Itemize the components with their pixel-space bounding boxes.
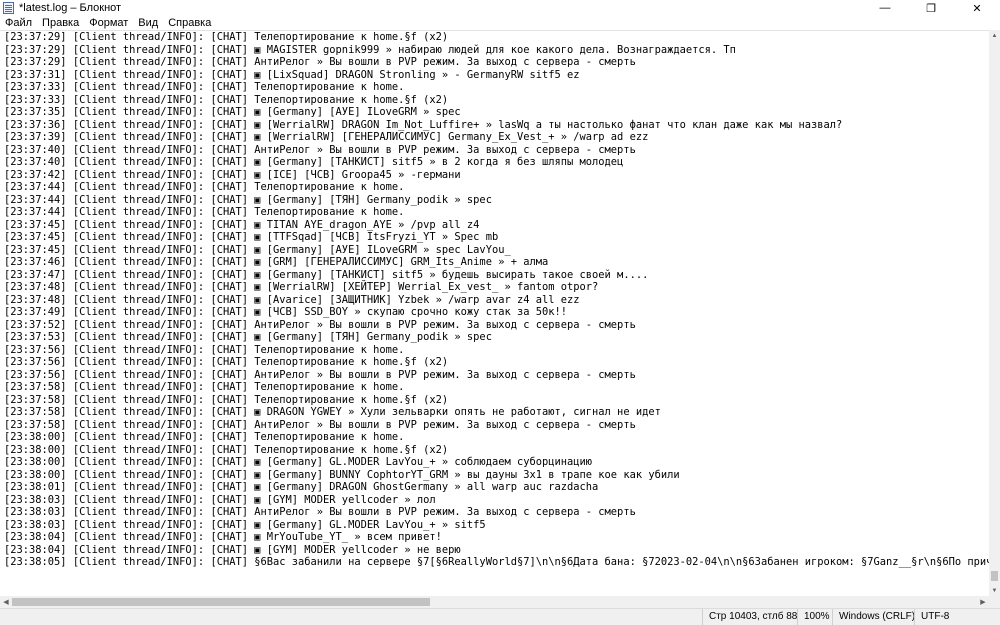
log-line: [23:37:45] [Client thread/INFO]: [CHAT] …: [4, 218, 480, 231]
log-line: [23:37:53] [Client thread/INFO]: [CHAT] …: [4, 331, 492, 343]
log-line: [23:37:58] [Client thread/INFO]: [CHAT] …: [4, 393, 449, 406]
log-line: [23:37:33] [Client thread/INFO]: [CHAT] …: [4, 93, 449, 106]
cursor-position: Стр 10403, стлб 88: [702, 609, 797, 625]
window-title: *latest.log – Блокнот: [19, 2, 122, 14]
scroll-right-icon[interactable]: ▶: [977, 596, 989, 608]
log-line: [23:38:05] [Client thread/INFO]: [CHAT] …: [4, 556, 989, 568]
log-line: [23:38:04] [Client thread/INFO]: [CHAT] …: [4, 543, 461, 556]
menu-view[interactable]: Вид: [133, 16, 163, 30]
log-line: [23:37:44] [Client thread/INFO]: [CHAT] …: [4, 206, 405, 218]
log-line: [23:37:49] [Client thread/INFO]: [CHAT] …: [4, 306, 568, 318]
zoom-level: 100%: [797, 609, 830, 625]
scrollbar-corner: [989, 596, 1000, 608]
log-line: [23:37:33] [Client thread/INFO]: [CHAT] …: [4, 81, 405, 93]
log-line: [23:38:00] [Client thread/INFO]: [CHAT] …: [4, 443, 449, 456]
text-editor[interactable]: [23:37:29] [Client thread/INFO]: [CHAT] …: [0, 30, 989, 596]
log-line: [23:37:47] [Client thread/INFO]: [CHAT] …: [4, 268, 649, 281]
log-line: [23:37:29] [Client thread/INFO]: [CHAT] …: [4, 31, 449, 43]
log-line: [23:38:04] [Client thread/INFO]: [CHAT] …: [4, 531, 442, 543]
horizontal-scrollbar[interactable]: ◀ ▶: [0, 596, 989, 608]
log-line: [23:38:03] [Client thread/INFO]: [CHAT] …: [4, 506, 636, 518]
menu-edit[interactable]: Правка: [37, 16, 84, 30]
log-line: [23:37:58] [Client thread/INFO]: [CHAT] …: [4, 406, 661, 418]
log-line: [23:37:48] [Client thread/INFO]: [CHAT] …: [4, 281, 599, 293]
log-line: [23:37:48] [Client thread/INFO]: [CHAT] …: [4, 293, 580, 306]
encoding: UTF-8: [914, 609, 949, 625]
menu-help[interactable]: Справка: [163, 16, 216, 30]
log-line: [23:37:46] [Client thread/INFO]: [CHAT] …: [4, 256, 549, 268]
close-button[interactable]: ✕: [954, 0, 1000, 16]
log-line: [23:37:58] [Client thread/INFO]: [CHAT] …: [4, 381, 405, 393]
log-line: [23:38:01] [Client thread/INFO]: [CHAT] …: [4, 481, 599, 493]
log-line: [23:37:40] [Client thread/INFO]: [CHAT] …: [4, 156, 624, 168]
menu-file[interactable]: Файл: [0, 16, 37, 30]
vertical-scrollbar[interactable]: ▲ ▼: [989, 30, 1000, 596]
log-line: [23:37:44] [Client thread/INFO]: [CHAT] …: [4, 181, 405, 193]
log-line: [23:37:29] [Client thread/INFO]: [CHAT] …: [4, 56, 636, 68]
log-line: [23:37:52] [Client thread/INFO]: [CHAT] …: [4, 318, 636, 331]
log-line: [23:37:45] [Client thread/INFO]: [CHAT] …: [4, 243, 511, 256]
log-line: [23:37:29] [Client thread/INFO]: [CHAT] …: [4, 43, 736, 56]
log-line: [23:37:39] [Client thread/INFO]: [CHAT] …: [4, 131, 649, 143]
log-line: [23:38:00] [Client thread/INFO]: [CHAT] …: [4, 468, 680, 481]
log-line: [23:38:03] [Client thread/INFO]: [CHAT] …: [4, 493, 436, 506]
window-controls: — ❐ ✕: [862, 0, 1000, 16]
log-line: [23:38:03] [Client thread/INFO]: [CHAT] …: [4, 518, 486, 531]
vertical-scroll-thumb[interactable]: [991, 571, 998, 581]
menu-format[interactable]: Формат: [84, 16, 133, 30]
minimize-button[interactable]: —: [862, 0, 908, 16]
maximize-button[interactable]: ❐: [908, 0, 954, 16]
scroll-left-icon[interactable]: ◀: [0, 596, 12, 608]
log-line: [23:38:00] [Client thread/INFO]: [CHAT] …: [4, 456, 593, 468]
log-line: [23:37:56] [Client thread/INFO]: [CHAT] …: [4, 343, 405, 356]
scroll-down-icon[interactable]: ▼: [989, 585, 1000, 596]
log-line: [23:37:31] [Client thread/INFO]: [CHAT] …: [4, 68, 580, 81]
log-line: [23:38:00] [Client thread/INFO]: [CHAT] …: [4, 431, 405, 443]
log-line: [23:37:35] [Client thread/INFO]: [CHAT] …: [4, 106, 461, 118]
horizontal-scroll-thumb[interactable]: [12, 598, 430, 606]
log-line: [23:37:40] [Client thread/INFO]: [CHAT] …: [4, 143, 636, 156]
scroll-up-icon[interactable]: ▲: [989, 30, 1000, 41]
log-line: [23:37:36] [Client thread/INFO]: [CHAT] …: [4, 118, 843, 131]
line-ending: Windows (CRLF): [832, 609, 915, 625]
log-line: [23:37:56] [Client thread/INFO]: [CHAT] …: [4, 368, 636, 381]
log-line: [23:37:42] [Client thread/INFO]: [CHAT] …: [4, 168, 461, 181]
log-line: [23:37:44] [Client thread/INFO]: [CHAT] …: [4, 193, 492, 206]
log-line: [23:37:56] [Client thread/INFO]: [CHAT] …: [4, 356, 449, 368]
menu-bar: Файл Правка Формат Вид Справка: [0, 16, 1000, 30]
title-bar: *latest.log – Блокнот — ❐ ✕: [0, 0, 1000, 16]
log-line: [23:37:58] [Client thread/INFO]: [CHAT] …: [4, 418, 636, 431]
status-bar: Стр 10403, стлб 88 100% Windows (CRLF) U…: [0, 608, 1000, 625]
notepad-icon: [3, 2, 14, 14]
log-line: [23:37:45] [Client thread/INFO]: [CHAT] …: [4, 231, 499, 243]
